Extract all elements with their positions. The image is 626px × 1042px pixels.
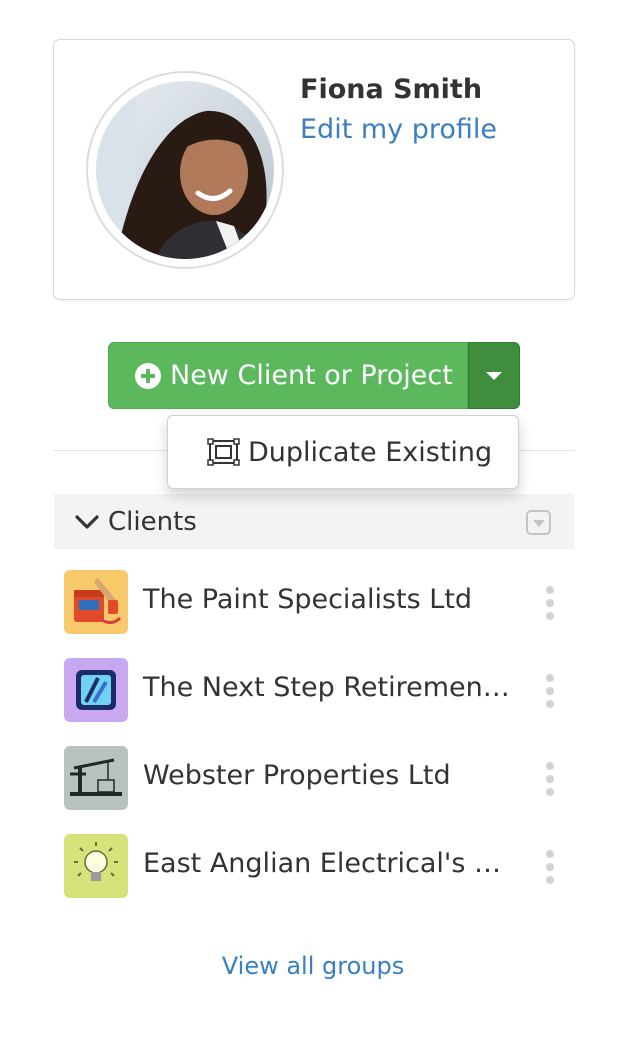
menu-item-label: Duplicate Existing [248,436,493,468]
group-title: Clients [108,506,197,537]
avatar-photo [96,81,274,259]
caret-down-icon [532,520,545,527]
new-client-button-label: New Client or Project [170,360,453,391]
client-logo [64,834,128,898]
new-client-dropdown-menu: Duplicate Existing [167,415,519,489]
new-client-dropdown-toggle[interactable] [468,342,520,409]
list-item[interactable]: The Next Step Retirement ... [64,658,564,746]
frame-logo-icon [64,658,128,722]
list-item[interactable]: East Anglian Electrical's Ltd [64,834,564,922]
more-options-icon[interactable] [542,586,558,620]
crane-icon [64,746,128,810]
more-options-icon[interactable] [542,850,558,884]
new-client-button[interactable]: New Client or Project [108,342,468,409]
client-logo [64,570,128,634]
new-client-split-button: New Client or Project [108,342,520,409]
list-item[interactable]: The Paint Specialists Ltd [64,570,564,658]
avatar[interactable] [86,71,284,269]
menu-item-duplicate-existing[interactable]: Duplicate Existing [168,416,518,488]
paint-bucket-icon [64,570,128,634]
list-item[interactable]: Webster Properties Ltd [64,746,564,834]
more-options-icon[interactable] [542,674,558,708]
client-name: The Paint Specialists Ltd [143,584,473,615]
plus-circle-icon [135,362,161,389]
client-name: East Anglian Electrical's Ltd [143,848,513,879]
group-options-icon[interactable] [526,510,551,535]
client-list: The Paint Specialists Ltd The Next Step … [64,570,564,922]
profile-card: Fiona Smith Edit my profile [53,39,575,300]
client-logo [64,746,128,810]
clients-group-header[interactable]: Clients [54,494,574,549]
light-bulb-icon [64,834,128,898]
client-logo [64,658,128,722]
profile-name: Fiona Smith [300,74,483,105]
client-name: Webster Properties Ltd [143,760,451,791]
client-name: The Next Step Retirement ... [143,672,513,703]
caret-down-icon [486,371,502,380]
view-all-groups-link[interactable]: View all groups [0,952,626,980]
duplicate-icon [207,438,240,466]
chevron-down-icon [75,514,99,529]
more-options-icon[interactable] [542,762,558,796]
edit-profile-link[interactable]: Edit my profile [300,114,497,145]
